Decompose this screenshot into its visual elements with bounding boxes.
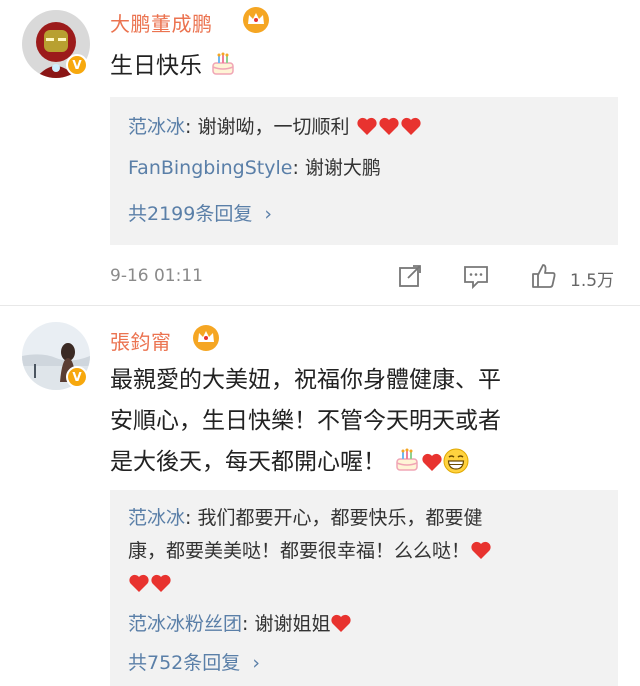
reply-author[interactable]: 范冰冰粉丝团 bbox=[128, 613, 242, 635]
like-count: 1.5万 bbox=[570, 271, 615, 291]
more-replies-label: 共2199条回复 bbox=[128, 203, 253, 225]
red-heart-emoji bbox=[129, 574, 149, 592]
reply-text: : 谢谢大鹏 bbox=[292, 157, 381, 179]
grinning-emoji bbox=[443, 448, 469, 474]
reply-box[interactable]: 范冰冰: 我们都要开心，都要快乐，都要健 康，都要美美哒！都要很幸福！么么哒！ … bbox=[110, 490, 618, 686]
comment-icon[interactable] bbox=[462, 262, 490, 290]
username[interactable]: 大鹏董成鹏 bbox=[110, 8, 213, 37]
red-heart-emoji bbox=[151, 574, 171, 592]
comment-meta: 9-16 01:11 1.5万 bbox=[110, 262, 620, 292]
red-heart-emoji bbox=[331, 614, 352, 632]
comment-text: 最親愛的大美妞，祝福你身體健康、平 安順心，生日快樂！不管今天明天或者 是大後天… bbox=[110, 360, 610, 483]
reply-author[interactable]: FanBingbingStyle bbox=[128, 157, 292, 179]
share-icon[interactable] bbox=[396, 262, 424, 290]
red-heart-emoji bbox=[422, 453, 442, 471]
username[interactable]: 張鈞甯 bbox=[110, 326, 172, 355]
reply-author[interactable]: 范冰冰 bbox=[128, 507, 185, 529]
comment-text-content: 生日快乐 bbox=[110, 53, 202, 79]
comment-text-content: 是大後天，每天都開心喔！ bbox=[110, 449, 386, 475]
reply-item: 范冰冰: 谢谢呦，一切顺利 bbox=[128, 111, 604, 144]
reply-text: : 我们都要开心，都要快乐，都要健 bbox=[185, 507, 483, 529]
crown-icon bbox=[193, 325, 219, 351]
red-heart-emoji bbox=[471, 541, 491, 559]
comment-text-line: 安順心，生日快樂！不管今天明天或者 bbox=[110, 408, 501, 434]
timestamp: 9-16 01:11 bbox=[110, 266, 203, 286]
comment-item: V 張鈞甯 最親愛的大美妞，祝福你身體健康、平 安順心，生日快樂！不管今天明天或… bbox=[0, 306, 640, 686]
birthday-cake-emoji bbox=[212, 52, 235, 75]
comment-text-line: 最親愛的大美妞，祝福你身體健康、平 bbox=[110, 367, 501, 393]
reply-box[interactable]: 范冰冰: 谢谢呦，一切顺利 FanBingbingStyle: 谢谢大鹏 共21… bbox=[110, 97, 618, 245]
birthday-cake-emoji bbox=[396, 448, 419, 471]
red-heart-emoji bbox=[378, 117, 399, 135]
more-replies-link[interactable]: 共2199条回复 › bbox=[128, 199, 272, 226]
red-heart-emoji bbox=[356, 117, 377, 135]
comment-item: V 大鹏董成鹏 生日快乐 范冰冰: 谢谢呦，一切顺利 FanBingbingSt… bbox=[0, 0, 640, 305]
reply-item: 范冰冰: 我们都要开心，都要快乐，都要健 康，都要美美哒！都要很幸福！么么哒！ bbox=[128, 502, 604, 601]
reply-text: : 谢谢呦，一切顺利 bbox=[185, 116, 350, 138]
more-replies-label: 共752条回复 bbox=[128, 652, 241, 674]
crown-icon bbox=[243, 7, 269, 33]
comment-text-line: 是大後天，每天都開心喔！ bbox=[110, 442, 610, 483]
reply-item: 范冰冰粉丝团: 谢谢姐姐 bbox=[128, 608, 604, 641]
verified-badge-icon: V bbox=[66, 54, 88, 76]
red-heart-emoji bbox=[400, 117, 421, 135]
chevron-right-icon: › bbox=[252, 652, 260, 674]
reply-author[interactable]: 范冰冰 bbox=[128, 116, 185, 138]
reply-item: FanBingbingStyle: 谢谢大鹏 bbox=[128, 152, 604, 185]
more-replies-link[interactable]: 共752条回复 › bbox=[128, 648, 260, 675]
thumbs-up-icon[interactable] bbox=[530, 262, 558, 290]
reply-text: 康，都要美美哒！都要很幸福！么么哒！ bbox=[128, 540, 471, 562]
reply-text: : 谢谢姐姐 bbox=[242, 613, 331, 635]
verified-badge-icon: V bbox=[66, 366, 88, 388]
comment-text: 生日快乐 bbox=[110, 46, 610, 87]
chevron-right-icon: › bbox=[264, 203, 273, 225]
